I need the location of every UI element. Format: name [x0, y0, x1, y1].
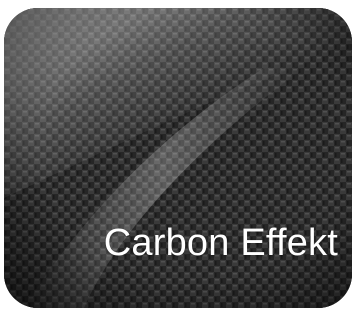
carbon-effect-swatch: Carbon Effekt [4, 8, 352, 308]
swatch-label: Carbon Effekt [103, 222, 338, 264]
